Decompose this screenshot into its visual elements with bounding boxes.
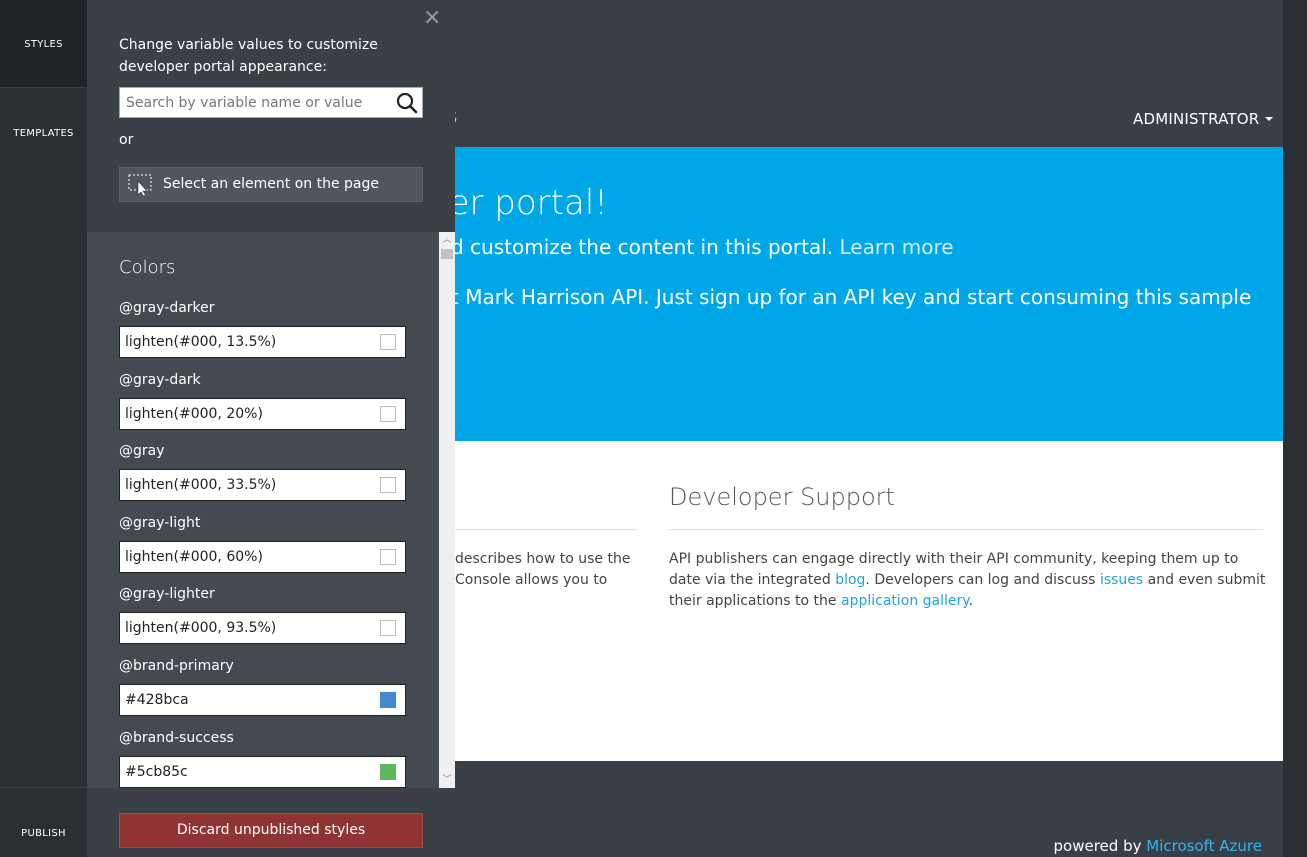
scrollbar-thumb[interactable] [441,249,453,259]
hero-description: t Mark Harrison API. Just sign up for an… [455,285,1252,309]
variables-scrollbar[interactable]: ︿ ﹀ [439,232,455,788]
select-element-button[interactable]: Select an element on the page [119,167,423,202]
developer-support-text-part: . Developers can log and discuss [865,572,1100,588]
issues-link[interactable]: issues [1100,572,1143,588]
color-swatch[interactable] [380,334,396,350]
hero-subtitle-text: d customize the content in this portal. [455,235,834,259]
customization-rail: STYLES TEMPLATES PUBLISH [0,0,87,857]
variable-name: @gray-darker [119,300,215,316]
variable-value-field [119,469,406,502]
variable-search-box [119,87,423,118]
powered-by-footer: powered by Microsoft Azure [1054,837,1262,855]
variable-name: @brand-success [119,729,234,746]
variable-value-field [119,326,406,358]
variable-row: @brand-primary [119,650,409,722]
variable-value-input[interactable] [120,756,360,787]
variable-value-input[interactable] [120,613,360,644]
variable-value-field [119,755,406,788]
variable-name: @gray-lighter [119,586,215,603]
or-label: or [119,132,134,148]
variable-row: @gray-darker [119,292,409,364]
variable-name: @gray-light [119,514,201,531]
scroll-down-icon[interactable]: ﹀ [439,772,455,788]
colors-heading: Colors [119,257,176,278]
hero-subtitle: d customize the content in this portal. … [455,235,954,259]
variable-value-input[interactable] [120,541,360,572]
developer-support-text-part: . [968,593,974,609]
scroll-up-icon[interactable]: ︿ [439,232,455,248]
discard-unpublished-styles-button[interactable]: Discard unpublished styles [119,813,423,848]
variable-row: @gray-light [119,507,409,579]
variable-name: @brand-primary [119,657,234,674]
variable-value-field [119,540,406,573]
powered-by-label: powered by [1053,837,1142,855]
variable-list: @gray-darker @gray-dark @gray [119,292,409,788]
portal-content: describes how to use the Console allows … [455,441,1283,761]
color-swatch[interactable] [380,620,396,637]
variable-name: @gray [119,443,165,460]
variable-row: @gray-dark [119,364,409,436]
portal-nav-fragment[interactable]: S [455,108,457,127]
variable-row: @brand-success [119,722,409,788]
variable-row: @gray-lighter [119,578,409,650]
panel-instructions: Change variable values to customize deve… [119,37,378,75]
variable-value-field [119,397,406,430]
learn-more-link[interactable]: Learn more [840,235,954,259]
variable-search-input[interactable] [120,88,390,117]
left-column-text: describes how to use the Console allows … [455,549,655,591]
hero-banner: per portal! d customize the content in t… [455,147,1283,441]
left-column-divider [455,529,637,530]
variable-value-input[interactable] [120,327,360,357]
variable-value-input[interactable] [120,398,360,429]
rail-item-templates[interactable]: TEMPLATES [0,128,87,139]
color-swatch[interactable] [380,548,396,565]
close-icon[interactable]: × [423,6,441,30]
developer-support-title: Developer Support [669,483,895,511]
application-gallery-link[interactable]: application gallery [841,593,969,609]
blog-link[interactable]: blog [835,572,865,588]
color-swatch[interactable] [380,763,396,780]
developer-support-text: API publishers can engage directly with … [669,549,1269,612]
portal-right-edge [1283,0,1307,857]
color-swatch[interactable] [380,405,396,422]
developer-support-divider [669,529,1263,530]
microsoft-azure-link[interactable]: Microsoft Azure [1146,837,1262,855]
portal-page: S ADMINISTRATOR per portal! d customize … [455,0,1307,857]
styles-panel: × Change variable values to customize de… [87,0,455,857]
variables-section: Colors @gray-darker @gray-dark @gray [87,232,455,788]
administrator-menu[interactable]: ADMINISTRATOR [1133,110,1274,128]
search-icon[interactable] [396,92,418,114]
variable-value-input[interactable] [120,470,360,501]
rail-item-publish[interactable]: PUBLISH [0,787,87,857]
color-swatch[interactable] [380,691,396,708]
variable-value-field [119,612,406,645]
color-swatch[interactable] [380,477,396,494]
variable-value-input[interactable] [120,684,360,715]
variable-row: @gray [119,435,409,507]
left-column-line: Console allows you to [455,572,608,588]
left-column-line: describes how to use the [455,551,631,567]
variable-name: @gray-dark [119,371,201,388]
select-element-label: Select an element on the page [162,176,379,192]
rail-item-styles[interactable]: STYLES [0,0,87,88]
select-element-icon [128,174,152,196]
hero-title: per portal! [455,183,608,223]
variable-value-field [119,683,406,716]
caret-down-icon [1265,117,1274,121]
administrator-label: ADMINISTRATOR [1133,110,1260,128]
